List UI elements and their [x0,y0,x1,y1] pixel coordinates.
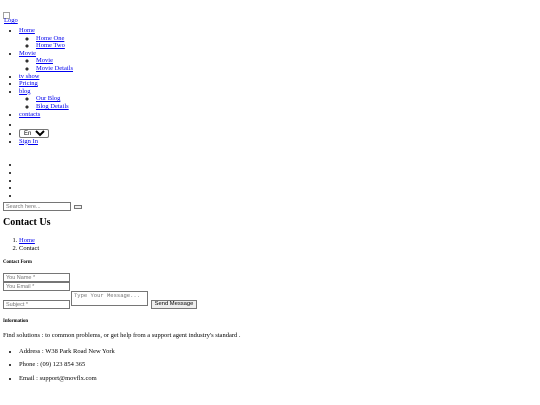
nav-contacts-link[interactable]: contacts [19,111,40,118]
sign-in-item: Sign In [19,138,535,146]
information-list: Address : W38 Park Road New York Phone :… [3,348,535,382]
movie-submenu: Movie Movie Details [19,57,535,72]
language-select[interactable]: En [19,128,49,138]
breadcrumb-home-link[interactable]: Home [19,237,35,244]
nav-item-pricing: Pricing [19,80,535,88]
subject-input[interactable] [3,300,70,310]
nav-item-movie: Movie Movie Movie Details [19,50,535,73]
page-title: Contact Us [3,217,51,229]
nav-item-tv-show: tv show [19,73,535,81]
breadcrumb-item: Home [19,237,535,245]
nav-item-blog: blog Our Blog Blog Details [19,88,535,111]
name-input[interactable] [3,273,70,283]
submenu-item: Home Two [36,42,535,50]
nav-movie-sub-link[interactable]: Movie [36,57,53,64]
logo-container: Logo [3,12,535,24]
submenu-item: Our Blog [36,95,535,103]
submenu-item: Movie Details [36,65,535,73]
email-item: Email : support@movflx.com [19,375,535,383]
contact-form: Send Message [3,273,535,311]
nav-home-link[interactable]: Home [19,27,35,34]
social-item[interactable] [19,177,535,185]
blog-submenu: Our Blog Blog Details [19,95,535,110]
submenu-item: Home One [36,35,535,43]
nav-movie-details-link[interactable]: Movie Details [36,65,73,72]
social-item[interactable] [19,192,535,200]
submenu-item: Blog Details [36,103,535,111]
social-item[interactable] [19,184,535,192]
search-form [3,202,535,212]
submenu-item: Movie [36,57,535,65]
nav-home-one-link[interactable]: Home One [36,35,64,42]
social-item[interactable] [19,161,535,169]
header-actions: En Sign In [3,121,535,145]
search-input[interactable] [3,202,71,212]
address-item: Address : W38 Park Road New York [19,348,535,356]
phone-item: Phone : (09) 123 854 365 [19,361,535,369]
nav-home-two-link[interactable]: Home Two [36,42,65,49]
language-item: En [19,128,535,138]
nav-tv-show-link[interactable]: tv show [19,73,39,80]
search-toggle-item[interactable] [19,121,535,129]
search-button[interactable] [73,204,82,209]
social-list [3,161,535,199]
nav-our-blog-link[interactable]: Our Blog [36,95,60,102]
social-item[interactable] [19,169,535,177]
information-heading: Information [3,319,29,325]
logo-link[interactable]: Logo [4,17,18,25]
breadcrumb: Home Contact [3,237,535,252]
information-text: Find solutions : to common problems, or … [3,332,241,340]
breadcrumb-current: Contact [19,245,535,253]
sign-in-link[interactable]: Sign In [19,138,38,145]
nav-movie-link[interactable]: Movie [19,50,36,57]
home-submenu: Home One Home Two [19,35,535,50]
nav-pricing-link[interactable]: Pricing [19,80,38,87]
email-input[interactable] [3,282,70,292]
nav-item-home: Home Home One Home Two [19,27,535,50]
message-textarea[interactable] [71,291,148,307]
nav-item-contacts: contacts [19,111,535,119]
main-nav: Home Home One Home Two Movie Movie Movie… [3,27,535,118]
nav-blog-link[interactable]: blog [19,88,31,95]
send-message-button[interactable]: Send Message [151,300,197,310]
contact-form-heading: Contact Form [3,260,32,266]
nav-blog-details-link[interactable]: Blog Details [36,103,69,110]
